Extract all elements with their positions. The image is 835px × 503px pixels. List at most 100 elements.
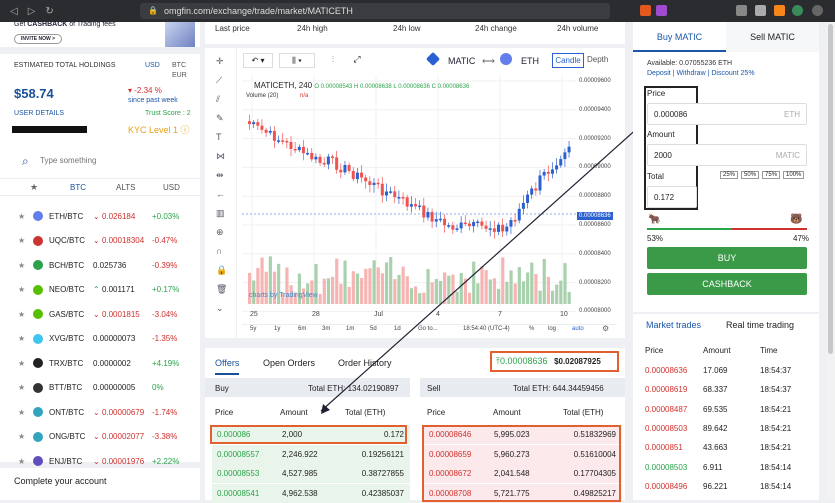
buy-order-row[interactable]: 0.00008557 2,246.922 0.19256121 xyxy=(212,444,410,464)
tab-buy-matic[interactable]: Buy MATIC xyxy=(633,22,726,52)
text-icon[interactable]: T xyxy=(216,132,222,142)
percent-toggle[interactable]: % xyxy=(529,326,534,332)
total-field[interactable]: 0.172 xyxy=(647,186,697,208)
tab-usd[interactable]: USD xyxy=(163,183,180,192)
profile-icon[interactable] xyxy=(812,5,823,16)
candlestick-chart[interactable]: 25 28 Jul 4 7 10 xyxy=(242,76,576,320)
favorite-star-icon[interactable]: ★ xyxy=(18,334,25,343)
coin-row[interactable]: ★ ONG/BTC ⌄ 0.00002077 -3.38% xyxy=(0,425,200,449)
tab-sell-matic[interactable]: Sell MATIC xyxy=(726,22,819,52)
favorite-star-icon[interactable]: ★ xyxy=(18,236,25,245)
coin-row[interactable]: ★ BTT/BTC 0.00000005 0% xyxy=(0,376,200,400)
coin-row[interactable]: ★ BCH/BTC 0.025736 -0.39% xyxy=(0,253,200,277)
collapse-icon[interactable]: ⌄ xyxy=(216,303,224,314)
complete-account-panel[interactable]: Complete your account xyxy=(0,468,200,500)
favorite-star-icon[interactable]: ★ xyxy=(18,212,25,221)
amount-field[interactable]: 2000 MATIC xyxy=(647,144,807,166)
range-1[interactable]: 1y xyxy=(274,326,280,332)
trash-icon[interactable]: 🗑 xyxy=(216,284,227,295)
coin-row[interactable]: ★ ETH/BTC ⌄ 0.026184 +0.03% xyxy=(0,204,200,228)
candle-view-button[interactable]: Candle xyxy=(552,53,584,68)
brush-icon[interactable]: ✎ xyxy=(216,113,224,124)
pattern-icon[interactable]: ⋈ xyxy=(216,151,225,162)
currency-btc[interactable]: BTC xyxy=(172,62,186,69)
extension-icon[interactable] xyxy=(755,5,766,16)
pct-25-button[interactable]: 25% xyxy=(720,171,739,179)
back-arrow-icon[interactable]: ← xyxy=(216,189,225,199)
rewards-icon[interactable] xyxy=(656,5,667,16)
pct-100-button[interactable]: 100% xyxy=(783,171,805,179)
trend-line-icon[interactable]: ⟋ xyxy=(216,75,222,86)
tab-order-history[interactable]: Order History xyxy=(338,358,392,368)
search-input[interactable] xyxy=(40,152,190,168)
tab-btc[interactable]: BTC xyxy=(70,183,86,192)
tab-offers[interactable]: Offers xyxy=(215,358,240,375)
price-field[interactable]: 0.000086 ETH xyxy=(647,103,807,125)
brave-icon[interactable] xyxy=(640,5,651,16)
metamask-icon[interactable] xyxy=(774,5,785,16)
coin-row[interactable]: ★ NEO/BTC ⌃ 0.001171 +0.17% xyxy=(0,278,200,302)
reload-icon[interactable]: ↻ xyxy=(45,6,53,17)
pct-75-button[interactable]: 75% xyxy=(762,171,781,179)
tradingview-credit[interactable]: charts by TradingView xyxy=(249,292,318,299)
chart-settings-icon[interactable]: ⚙ xyxy=(602,324,609,333)
range-5[interactable]: 5d xyxy=(370,326,377,332)
tab-alts[interactable]: ALTS xyxy=(116,183,135,192)
coin-row[interactable]: ★ XVG/BTC 0.00000073 -1.35% xyxy=(0,327,200,351)
depth-view-button[interactable]: Depth xyxy=(587,55,608,64)
zoom-in-icon[interactable]: ⊕ xyxy=(216,227,224,238)
favorite-star-icon[interactable]: ★ xyxy=(18,408,25,417)
extension-icon[interactable] xyxy=(736,5,747,16)
auto-toggle[interactable]: auto xyxy=(572,326,584,332)
favorite-star-icon[interactable]: ★ xyxy=(18,310,25,319)
tab-real-time-trading[interactable]: Real time trading xyxy=(726,320,794,330)
favorite-star-icon[interactable]: ★ xyxy=(18,359,25,368)
coin-row[interactable]: ★ ONT/BTC ⌄ 0.00000679 -1.74% xyxy=(0,400,200,424)
address-bar[interactable]: 🔒 omgfin.com/exchange/trade/market/MATICE… xyxy=(140,3,610,19)
indicators-icon[interactable]: ⫶ xyxy=(323,53,343,68)
fullscreen-icon[interactable]: ⤢ xyxy=(349,53,365,68)
withdraw-link[interactable]: Withdraw xyxy=(676,70,705,77)
crosshair-icon[interactable]: ✛ xyxy=(216,56,224,67)
currency-usd[interactable]: USD xyxy=(145,62,160,69)
lock-icon[interactable]: 🔒 xyxy=(216,265,227,276)
favorite-star-icon[interactable]: ★ xyxy=(18,261,25,270)
buy-button[interactable]: BUY xyxy=(647,247,807,269)
favorite-star-icon[interactable]: ★ xyxy=(18,457,25,466)
favorite-star-icon[interactable]: ★ xyxy=(18,285,25,294)
range-7[interactable]: Go to... xyxy=(418,326,438,332)
pct-50-button[interactable]: 50% xyxy=(741,171,760,179)
favorites-star-icon[interactable]: ★ xyxy=(30,182,38,193)
forward-icon[interactable]: ▷ xyxy=(28,6,36,17)
magnet-icon[interactable]: ∩ xyxy=(216,246,222,256)
discount-link[interactable]: Discount 25% xyxy=(711,70,754,77)
scrollbar[interactable] xyxy=(826,22,835,500)
range-4[interactable]: 1m xyxy=(346,326,354,332)
candle-type-icon[interactable]: ⫼ ▾ xyxy=(279,53,315,68)
favorite-star-icon[interactable]: ★ xyxy=(18,383,25,392)
buy-order-row[interactable]: 0.00008553 4,527.985 0.38727855 xyxy=(212,464,410,483)
ruler-icon[interactable]: ▥ xyxy=(216,208,225,219)
log-toggle[interactable]: log xyxy=(548,326,556,332)
back-icon[interactable]: ◁ xyxy=(10,6,18,17)
coin-row[interactable]: ★ GAS/BTC ⌄ 0.0001815 -3.04% xyxy=(0,302,200,326)
coin-row[interactable]: ★ UQC/BTC ⌄ 0.00018304 -0.47% xyxy=(0,229,200,253)
cashback-button[interactable]: CASHBACK xyxy=(647,273,807,295)
fib-icon[interactable]: ⫽ xyxy=(216,94,220,105)
extension-icon[interactable] xyxy=(792,5,803,16)
tab-open-orders[interactable]: Open Orders xyxy=(263,358,315,368)
currency-eur[interactable]: EUR xyxy=(172,72,187,79)
undo-icon[interactable]: ↶ ▾ xyxy=(243,53,273,68)
range-0[interactable]: 5y xyxy=(250,326,256,332)
tab-market-trades[interactable]: Market trades xyxy=(646,320,701,330)
range-3[interactable]: 3m xyxy=(322,326,330,332)
deposit-link[interactable]: Deposit xyxy=(647,70,671,77)
coin-row[interactable]: ★ TRX/BTC 0.0000002 +4.19% xyxy=(0,351,200,375)
favorite-star-icon[interactable]: ★ xyxy=(18,432,25,441)
user-details-link[interactable]: USER DETAILS xyxy=(14,110,64,117)
range-2[interactable]: 6m xyxy=(298,326,306,332)
invite-now-button[interactable]: INVITE NOW > xyxy=(14,34,63,44)
kyc-level[interactable]: KYC Level 1 ⓘ xyxy=(128,123,190,136)
range-6[interactable]: 1d xyxy=(394,326,401,332)
measure-icon[interactable]: ⇹ xyxy=(216,170,224,181)
